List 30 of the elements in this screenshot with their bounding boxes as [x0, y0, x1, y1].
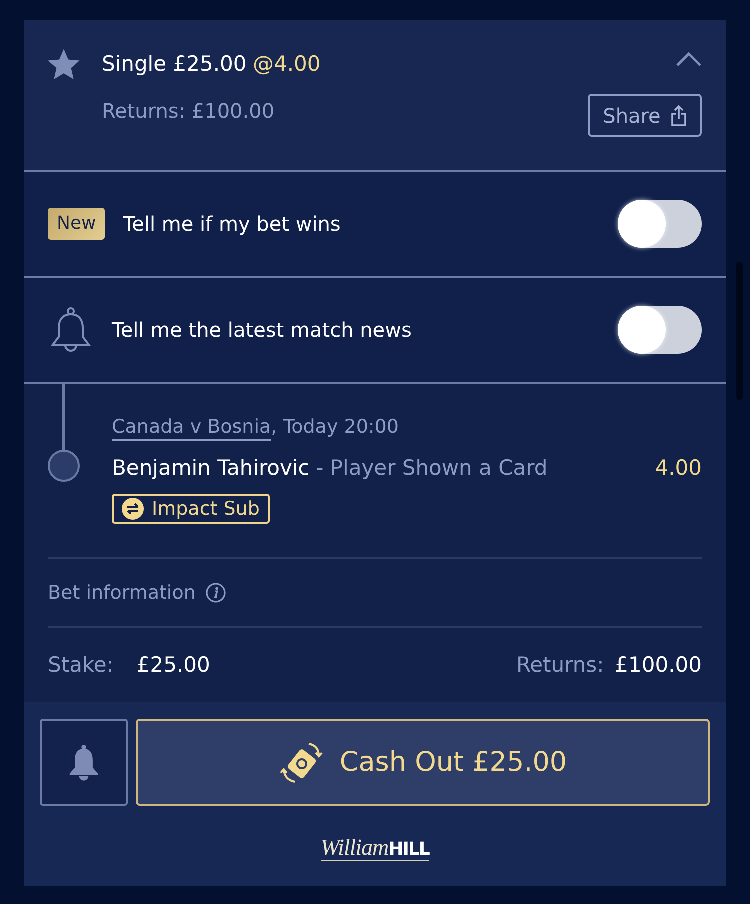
toggle-switch[interactable]: [618, 306, 702, 354]
swap-arrows-icon: [122, 498, 144, 520]
info-icon[interactable]: [206, 582, 226, 602]
bet-title: Single £25.00: [102, 52, 247, 76]
chevron-up-icon[interactable]: [676, 52, 702, 67]
event-time: , Today 20:00: [271, 416, 399, 438]
bell-icon: [68, 744, 100, 782]
returns-value: £100.00: [615, 653, 702, 677]
market-name: - Player Shown a Card: [316, 456, 548, 480]
notification-label: Tell me the latest match news: [112, 318, 412, 342]
impact-sub-tag: Impact Sub: [112, 494, 270, 524]
notifications-button[interactable]: [40, 719, 128, 806]
toggle-switch[interactable]: [618, 200, 702, 248]
stake-label: Stake:: [48, 653, 114, 677]
returns-label: Returns:: [516, 653, 604, 677]
share-button[interactable]: Share: [588, 94, 702, 137]
cash-out-button[interactable]: Cash Out £25.00: [136, 719, 710, 806]
player-name: Benjamin Tahirovic: [112, 456, 310, 480]
star-icon[interactable]: [48, 48, 80, 80]
bell-icon: [50, 307, 92, 353]
brand-logo: WilliamHILL: [320, 836, 430, 861]
bet-information-label: Bet information: [48, 582, 196, 604]
new-badge: New: [48, 208, 106, 240]
event-link[interactable]: Canada v Bosnia: [112, 416, 272, 438]
potential-returns: Returns: £100.00: [102, 98, 275, 123]
share-icon: [670, 104, 687, 126]
stake-value: £25.00: [136, 653, 210, 677]
notification-label: Tell me if my bet wins: [123, 212, 341, 236]
bet-odds: @4.00: [253, 52, 321, 76]
selection-odds: 4.00: [655, 455, 702, 482]
